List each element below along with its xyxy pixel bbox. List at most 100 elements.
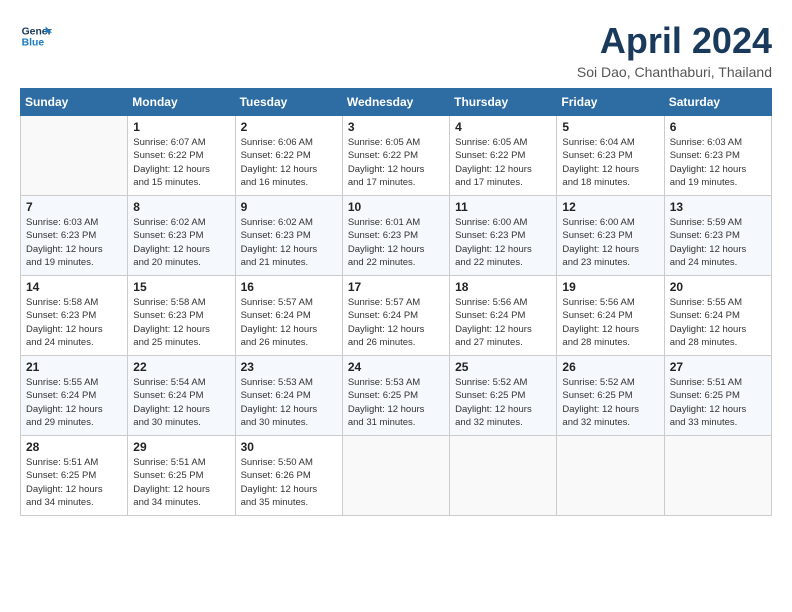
calendar-day-cell: 19Sunrise: 5:56 AM Sunset: 6:24 PM Dayli… bbox=[557, 276, 664, 356]
calendar-day-cell: 24Sunrise: 5:53 AM Sunset: 6:25 PM Dayli… bbox=[342, 356, 449, 436]
calendar-day-cell: 29 Sunrise: 5:51 AM Sunset: 6:25 PM Dayli… bbox=[128, 436, 235, 516]
weekday-header-cell: Wednesday bbox=[342, 89, 449, 116]
calendar-day-cell: 4Sunrise: 6:05 AM Sunset: 6:22 PM Daylig… bbox=[450, 116, 557, 196]
page-header: General Blue April 2024 Soi Dao, Chantha… bbox=[20, 20, 772, 80]
day-info: Sunrise: 6:02 AM Sunset: 6:23 PM Dayligh… bbox=[241, 216, 337, 269]
day-number: 28 bbox=[26, 440, 122, 454]
month-title: April 2024 bbox=[577, 20, 772, 62]
calendar-week-row: 14 Sunrise: 5:58 AM Sunset: 6:23 PM Dayli… bbox=[21, 276, 772, 356]
day-number: 2 bbox=[241, 120, 337, 134]
day-info: Sunrise: 6:00 AM Sunset: 6:23 PM Dayligh… bbox=[562, 216, 658, 269]
weekday-header-cell: Thursday bbox=[450, 89, 557, 116]
weekday-header-cell: Friday bbox=[557, 89, 664, 116]
day-info: Sunrise: 5:54 AM Sunset: 6:24 PM Dayligh… bbox=[133, 376, 229, 429]
day-info: Sunrise: 5:51 AM Sunset: 6:25 PM Dayligh… bbox=[26, 456, 122, 509]
day-info: Sunrise: 5:52 AM Sunset: 6:25 PM Dayligh… bbox=[455, 376, 551, 429]
day-info: Sunrise: 6:07 AM Sunset: 6:22 PM Dayligh… bbox=[133, 136, 229, 189]
day-number: 25 bbox=[455, 360, 551, 374]
calendar-day-cell: 14 Sunrise: 5:58 AM Sunset: 6:23 PM Dayli… bbox=[21, 276, 128, 356]
day-info: Sunrise: 6:06 AM Sunset: 6:22 PM Dayligh… bbox=[241, 136, 337, 189]
day-info: Sunrise: 5:50 AM Sunset: 6:26 PM Dayligh… bbox=[241, 456, 337, 509]
calendar-day-cell: 3 Sunrise: 6:05 AM Sunset: 6:22 PM Daylig… bbox=[342, 116, 449, 196]
day-number: 30 bbox=[241, 440, 337, 454]
day-number: 16 bbox=[241, 280, 337, 294]
calendar-day-cell: 30 Sunrise: 5:50 AM Sunset: 6:26 PM Dayli… bbox=[235, 436, 342, 516]
calendar-week-row: 21 Sunrise: 5:55 AM Sunset: 6:24 PM Dayli… bbox=[21, 356, 772, 436]
weekday-header-cell: Saturday bbox=[664, 89, 771, 116]
day-number: 3 bbox=[348, 120, 444, 134]
day-number: 4 bbox=[455, 120, 551, 134]
calendar-day-cell: 6 Sunrise: 6:03 AM Sunset: 6:23 PM Daylig… bbox=[664, 116, 771, 196]
day-number: 13 bbox=[670, 200, 766, 214]
calendar-day-cell bbox=[342, 436, 449, 516]
weekday-header-cell: Sunday bbox=[21, 89, 128, 116]
day-info: Sunrise: 5:53 AM Sunset: 6:24 PM Dayligh… bbox=[241, 376, 337, 429]
day-number: 17 bbox=[348, 280, 444, 294]
calendar-day-cell bbox=[664, 436, 771, 516]
day-number: 8 bbox=[133, 200, 229, 214]
title-block: April 2024 Soi Dao, Chanthaburi, Thailan… bbox=[577, 20, 772, 80]
day-info: Sunrise: 6:01 AM Sunset: 6:23 PM Dayligh… bbox=[348, 216, 444, 269]
day-number: 7 bbox=[26, 200, 122, 214]
day-info: Sunrise: 5:51 AM Sunset: 6:25 PM Dayligh… bbox=[670, 376, 766, 429]
day-info: Sunrise: 5:57 AM Sunset: 6:24 PM Dayligh… bbox=[241, 296, 337, 349]
calendar-day-cell: 18 Sunrise: 5:56 AM Sunset: 6:24 PM Dayli… bbox=[450, 276, 557, 356]
day-info: Sunrise: 6:05 AM Sunset: 6:22 PM Dayligh… bbox=[348, 136, 444, 189]
calendar-day-cell: 2 Sunrise: 6:06 AM Sunset: 6:22 PM Daylig… bbox=[235, 116, 342, 196]
svg-text:Blue: Blue bbox=[22, 38, 45, 49]
day-number: 9 bbox=[241, 200, 337, 214]
day-number: 1 bbox=[133, 120, 229, 134]
day-info: Sunrise: 6:00 AM Sunset: 6:23 PM Dayligh… bbox=[455, 216, 551, 269]
day-number: 29 bbox=[133, 440, 229, 454]
calendar-day-cell: 27 Sunrise: 5:51 AM Sunset: 6:25 PM Dayli… bbox=[664, 356, 771, 436]
day-number: 21 bbox=[26, 360, 122, 374]
calendar-day-cell bbox=[557, 436, 664, 516]
day-number: 10 bbox=[348, 200, 444, 214]
day-info: Sunrise: 6:03 AM Sunset: 6:23 PM Dayligh… bbox=[26, 216, 122, 269]
day-number: 12 bbox=[562, 200, 658, 214]
day-number: 26 bbox=[562, 360, 658, 374]
day-info: Sunrise: 5:51 AM Sunset: 6:25 PM Dayligh… bbox=[133, 456, 229, 509]
day-info: Sunrise: 5:59 AM Sunset: 6:23 PM Dayligh… bbox=[670, 216, 766, 269]
calendar-day-cell: 23 Sunrise: 5:53 AM Sunset: 6:24 PM Dayli… bbox=[235, 356, 342, 436]
day-number: 23 bbox=[241, 360, 337, 374]
day-number: 6 bbox=[670, 120, 766, 134]
calendar-day-cell bbox=[21, 116, 128, 196]
calendar-day-cell: 8Sunrise: 6:02 AM Sunset: 6:23 PM Daylig… bbox=[128, 196, 235, 276]
day-number: 5 bbox=[562, 120, 658, 134]
calendar-day-cell: 13 Sunrise: 5:59 AM Sunset: 6:23 PM Dayli… bbox=[664, 196, 771, 276]
calendar-week-row: 28 Sunrise: 5:51 AM Sunset: 6:25 PM Dayli… bbox=[21, 436, 772, 516]
calendar-day-cell bbox=[450, 436, 557, 516]
day-number: 18 bbox=[455, 280, 551, 294]
calendar-day-cell: 21 Sunrise: 5:55 AM Sunset: 6:24 PM Dayli… bbox=[21, 356, 128, 436]
day-info: Sunrise: 5:56 AM Sunset: 6:24 PM Dayligh… bbox=[562, 296, 658, 349]
calendar-day-cell: 7 Sunrise: 6:03 AM Sunset: 6:23 PM Daylig… bbox=[21, 196, 128, 276]
calendar-day-cell: 22 Sunrise: 5:54 AM Sunset: 6:24 PM Dayli… bbox=[128, 356, 235, 436]
calendar-day-cell: 11Sunrise: 6:00 AM Sunset: 6:23 PM Dayli… bbox=[450, 196, 557, 276]
weekday-header-row: SundayMondayTuesdayWednesdayThursdayFrid… bbox=[21, 89, 772, 116]
weekday-header-cell: Monday bbox=[128, 89, 235, 116]
calendar-week-row: 7 Sunrise: 6:03 AM Sunset: 6:23 PM Daylig… bbox=[21, 196, 772, 276]
calendar-day-cell: 10 Sunrise: 6:01 AM Sunset: 6:23 PM Dayli… bbox=[342, 196, 449, 276]
day-number: 15 bbox=[133, 280, 229, 294]
day-number: 22 bbox=[133, 360, 229, 374]
calendar-day-cell: 25 Sunrise: 5:52 AM Sunset: 6:25 PM Dayli… bbox=[450, 356, 557, 436]
day-info: Sunrise: 6:03 AM Sunset: 6:23 PM Dayligh… bbox=[670, 136, 766, 189]
day-info: Sunrise: 5:53 AM Sunset: 6:25 PM Dayligh… bbox=[348, 376, 444, 429]
calendar-day-cell: 16 Sunrise: 5:57 AM Sunset: 6:24 PM Dayli… bbox=[235, 276, 342, 356]
calendar-week-row: 1 Sunrise: 6:07 AM Sunset: 6:22 PM Daylig… bbox=[21, 116, 772, 196]
calendar-day-cell: 5 Sunrise: 6:04 AM Sunset: 6:23 PM Daylig… bbox=[557, 116, 664, 196]
calendar-day-cell: 9 Sunrise: 6:02 AM Sunset: 6:23 PM Daylig… bbox=[235, 196, 342, 276]
day-info: Sunrise: 6:04 AM Sunset: 6:23 PM Dayligh… bbox=[562, 136, 658, 189]
day-number: 27 bbox=[670, 360, 766, 374]
calendar-day-cell: 12 Sunrise: 6:00 AM Sunset: 6:23 PM Dayli… bbox=[557, 196, 664, 276]
logo: General Blue bbox=[20, 20, 52, 52]
logo-icon: General Blue bbox=[20, 20, 52, 52]
day-info: Sunrise: 5:55 AM Sunset: 6:24 PM Dayligh… bbox=[26, 376, 122, 429]
day-info: Sunrise: 5:56 AM Sunset: 6:24 PM Dayligh… bbox=[455, 296, 551, 349]
calendar-day-cell: 26Sunrise: 5:52 AM Sunset: 6:25 PM Dayli… bbox=[557, 356, 664, 436]
location-subtitle: Soi Dao, Chanthaburi, Thailand bbox=[577, 64, 772, 80]
calendar-day-cell: 20Sunrise: 5:55 AM Sunset: 6:24 PM Dayli… bbox=[664, 276, 771, 356]
day-number: 14 bbox=[26, 280, 122, 294]
day-info: Sunrise: 5:58 AM Sunset: 6:23 PM Dayligh… bbox=[26, 296, 122, 349]
